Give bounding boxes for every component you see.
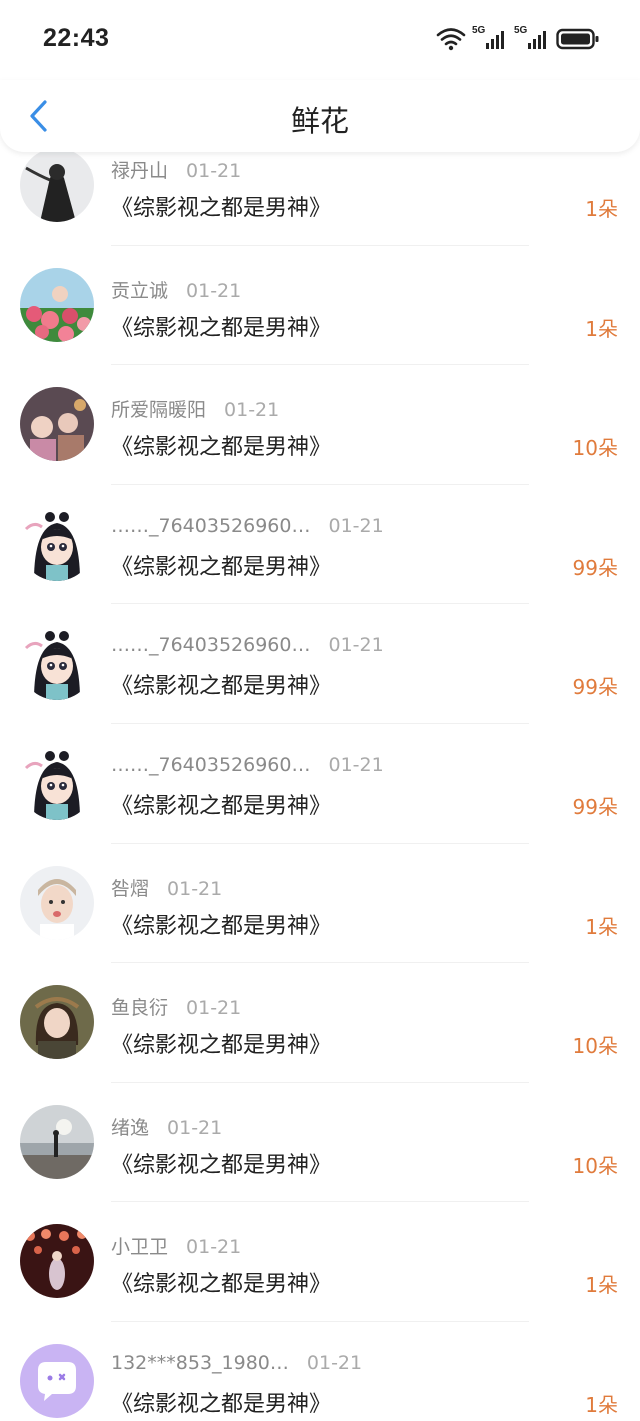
user-line: 所爱隔暖阳 01-21 [111, 395, 279, 422]
list-item[interactable]: 小卫卫 01-21 《综影视之都是男神》 1朵 [0, 1184, 640, 1322]
list-item[interactable]: 咎熠 01-21 《综影视之都是男神》 1朵 [0, 826, 640, 964]
gift-date: 01-21 [328, 634, 384, 657]
book-title: 《综影视之都是男神》 [111, 1152, 332, 1178]
avatar[interactable] [20, 506, 94, 581]
user-name: 咎熠 [111, 877, 150, 900]
flower-count: 10朵 [572, 1153, 618, 1178]
wifi-icon [436, 28, 466, 51]
user-line: ……_76403526960… 01-21 [111, 515, 384, 537]
book-title: 《综影视之都是男神》 [111, 554, 332, 580]
user-name: ……_76403526960… [111, 514, 311, 537]
user-line: 贡立诚 01-21 [111, 276, 241, 303]
book-title: 《综影视之都是男神》 [111, 793, 332, 819]
flower-count: 1朵 [585, 1392, 618, 1417]
book-title: 《综影视之都是男神》 [111, 913, 332, 939]
flower-count: 1朵 [585, 914, 618, 939]
nav-bar: 鲜花 [0, 80, 640, 152]
user-line: 禄丹山 01-21 [111, 156, 241, 183]
flower-count: 1朵 [585, 316, 618, 341]
flower-count: 99朵 [572, 675, 618, 700]
gift-date: 01-21 [328, 753, 384, 776]
gift-date: 01-21 [186, 1236, 242, 1259]
book-title: 《综影视之都是男神》 [111, 674, 332, 700]
flower-count: 1朵 [585, 1273, 618, 1298]
user-name: 绪逸 [111, 1116, 150, 1139]
user-name: 禄丹山 [111, 160, 169, 182]
user-line: 绪逸 01-21 [111, 1113, 222, 1140]
status-time: 22:43 [43, 24, 110, 52]
user-name: 132***853_1980… [111, 1351, 289, 1374]
user-line: 小卫卫 01-21 [111, 1232, 241, 1259]
gift-list: 禄丹山 01-21 《综影视之都是男神》 1朵 贡立诚 01-21 《综影视之都是男神》 1朵… [0, 108, 640, 1421]
gift-date: 01-21 [224, 399, 280, 422]
list-item[interactable]: ……_76403526960… 01-21 《综影视之都是男神》 99朵 [0, 586, 640, 724]
user-name: 贡立诚 [111, 279, 169, 302]
avatar[interactable] [20, 387, 94, 462]
user-line: 咎熠 01-21 [111, 874, 222, 901]
gift-date: 01-21 [186, 997, 242, 1020]
avatar[interactable] [20, 1104, 94, 1179]
user-line: ……_76403526960… 01-21 [111, 634, 384, 656]
signal-2-icon: 5G [514, 25, 550, 51]
book-title: 《综影视之都是男神》 [111, 435, 332, 461]
flower-count: 1朵 [585, 197, 618, 221]
book-title: 《综影视之都是男神》 [111, 196, 332, 221]
avatar[interactable] [20, 865, 94, 940]
user-name: 鱼良衍 [111, 997, 169, 1020]
battery-icon [556, 28, 599, 50]
book-title: 《综影视之都是男神》 [111, 1391, 332, 1417]
list-item[interactable]: 所爱隔暖阳 01-21 《综影视之都是男神》 10朵 [0, 347, 640, 485]
gift-date: 01-21 [167, 877, 223, 900]
book-title: 《综影视之都是男神》 [111, 1033, 332, 1059]
book-title: 《综影视之都是男神》 [111, 315, 332, 341]
status-icons: 5G 5G [436, 25, 600, 52]
page-title: 鲜花 [290, 104, 349, 138]
gift-date: 01-21 [328, 514, 384, 537]
book-title: 《综影视之都是男神》 [111, 1272, 332, 1298]
flower-count: 99朵 [572, 555, 618, 580]
user-line: 鱼良衍 01-21 [111, 993, 241, 1020]
avatar[interactable] [20, 1343, 94, 1418]
user-name: ……_76403526960… [111, 753, 311, 776]
avatar[interactable] [20, 626, 94, 701]
user-line: 132***853_1980… 01-21 [111, 1352, 362, 1374]
list-item[interactable]: 贡立诚 01-21 《综影视之都是男神》 1朵 [0, 228, 640, 366]
list-item[interactable]: 132***853_1980… 01-21 《综影视之都是男神》 1朵 [0, 1304, 640, 1421]
avatar[interactable] [20, 1224, 94, 1299]
flower-count: 10朵 [572, 1034, 618, 1059]
gift-date: 01-21 [167, 1116, 223, 1139]
list-item[interactable]: 绪逸 01-21 《综影视之都是男神》 10朵 [0, 1065, 640, 1203]
avatar[interactable] [20, 745, 94, 820]
gift-date: 01-21 [186, 160, 242, 182]
avatar[interactable] [20, 148, 94, 222]
avatar[interactable] [20, 267, 94, 342]
signal-1-icon: 5G [472, 25, 508, 51]
flower-count: 10朵 [572, 436, 618, 461]
list-item[interactable]: ……_76403526960… 01-21 《综影视之都是男神》 99朵 [0, 467, 640, 605]
user-name: 所爱隔暖阳 [111, 399, 207, 422]
flower-count: 99朵 [572, 794, 618, 819]
gift-date: 01-21 [186, 279, 242, 302]
gift-date: 01-21 [306, 1351, 363, 1374]
list-item[interactable]: 鱼良衍 01-21 《综影视之都是男神》 10朵 [0, 945, 640, 1083]
avatar[interactable] [20, 985, 94, 1060]
user-name: 小卫卫 [111, 1236, 169, 1259]
user-name: ……_76403526960… [111, 634, 311, 657]
user-line: ……_76403526960… 01-21 [111, 754, 384, 776]
status-bar: 22:43 5G 5G [0, 0, 640, 80]
list-item[interactable]: ……_76403526960… 01-21 《综影视之都是男神》 99朵 [0, 706, 640, 844]
